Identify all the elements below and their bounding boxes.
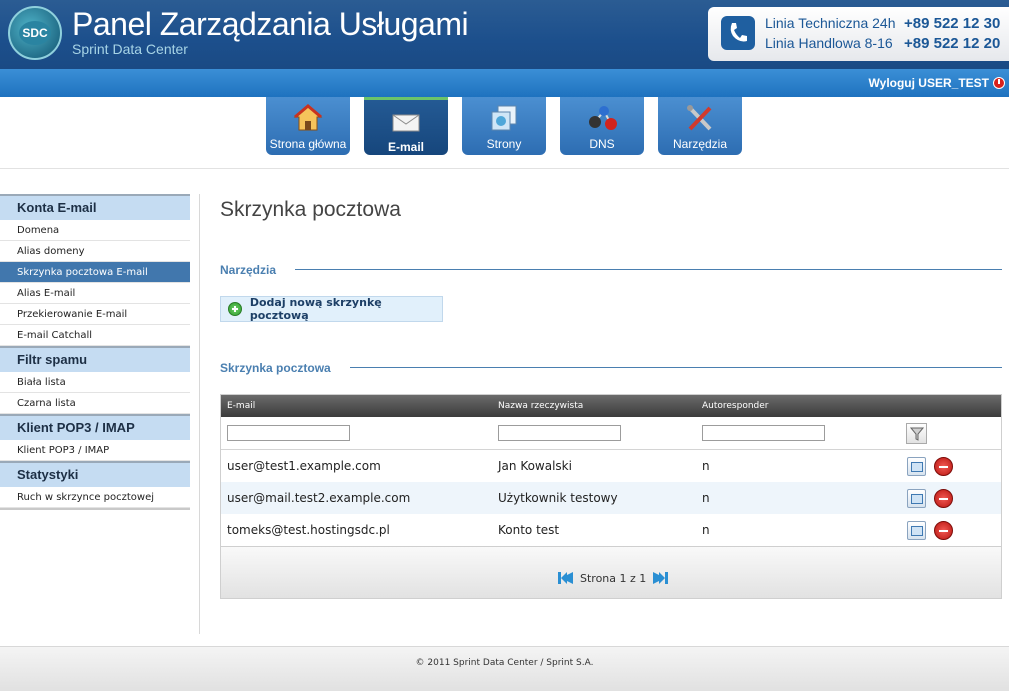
table-row: user@test1.example.com Jan Kowalski n — [221, 450, 1001, 482]
sidebar-item-mailbox-traffic[interactable]: Ruch w skrzynce pocztowej — [0, 487, 190, 508]
power-icon[interactable] — [993, 77, 1005, 89]
mailbox-section-title: Skrzynka pocztowa — [220, 361, 331, 375]
sidebar-item-forward[interactable]: Przekierowanie E-mail — [0, 304, 190, 325]
edit-icon[interactable] — [907, 489, 926, 508]
tab-dns-label: DNS — [589, 137, 615, 151]
sidebar-group-spam: Filtr spamu — [0, 346, 190, 372]
house-icon — [292, 103, 324, 133]
user-bar: Wyloguj USER_TEST — [0, 69, 1009, 97]
pager-text: Strona 1 z 1 — [580, 571, 647, 585]
first-page-icon[interactable] — [557, 571, 574, 585]
cell-real-name: Jan Kowalski — [498, 459, 572, 473]
pages-icon — [488, 103, 520, 133]
tab-dns[interactable]: DNS — [560, 97, 644, 155]
plus-icon — [228, 302, 242, 316]
column-email[interactable]: E-mail — [227, 401, 255, 411]
app-header: SDC Panel Zarządzania Usługami Sprint Da… — [0, 0, 1009, 69]
support-tech-label: Linia Techniczna 24h — [765, 15, 896, 31]
filter-autoresponder-input[interactable] — [702, 425, 825, 441]
brand-title: Panel Zarządzania Usługami — [72, 6, 469, 42]
sidebar: Konta E-mail Domena Alias domeny Skrzynk… — [0, 194, 190, 510]
phone-icon — [721, 16, 755, 50]
sidebar-item-blacklist[interactable]: Czarna lista — [0, 393, 190, 414]
tools-section-title: Narzędzia — [220, 263, 277, 277]
tools-icon — [684, 103, 716, 133]
edit-icon[interactable] — [907, 457, 926, 476]
delete-icon[interactable] — [934, 521, 953, 540]
sidebar-group-client: Klient POP3 / IMAP — [0, 414, 190, 440]
tab-tools[interactable]: Narzędzia — [658, 97, 742, 155]
sdc-logo[interactable]: SDC — [8, 6, 62, 60]
tab-home-label: Strona główna — [269, 137, 347, 151]
column-real-name[interactable]: Nazwa rzeczywista — [498, 401, 583, 411]
support-sales-number: +89 522 12 20 — [904, 35, 1001, 52]
sidebar-group-email: Konta E-mail — [0, 194, 190, 220]
add-mailbox-label: Dodaj nową skrzynkę pocztową — [249, 296, 382, 322]
table-header: E-mail Nazwa rzeczywista Autoresponder — [221, 395, 1001, 417]
cell-autoresponder: n — [702, 523, 710, 537]
sidebar-item-email-alias[interactable]: Alias E-mail — [0, 283, 190, 304]
cell-real-name: Użytkownik testowy — [498, 491, 618, 505]
mailbox-table: E-mail Nazwa rzeczywista Autoresponder u… — [220, 394, 1002, 599]
brand-subtitle: Sprint Data Center — [72, 41, 188, 57]
sidebar-item-whitelist[interactable]: Biała lista — [0, 372, 190, 393]
support-tech-line: Linia Techniczna 24h +89 522 12 30 — [765, 15, 1000, 32]
tab-pages-label: Strony — [486, 137, 522, 151]
page-title: Skrzynka pocztowa — [220, 198, 401, 221]
cell-email: user@mail.test2.example.com — [227, 491, 411, 505]
cell-email: user@test1.example.com — [227, 459, 381, 473]
sidebar-item-pop3-client[interactable]: Klient POP3 / IMAP — [0, 440, 190, 461]
sidebar-group-stats: Statystyki — [0, 461, 190, 487]
cell-real-name: Konto test — [498, 523, 560, 537]
filter-funnel-icon[interactable] — [906, 423, 927, 444]
logout-link[interactable]: Wyloguj USER_TEST — [869, 76, 1005, 90]
filter-name-input[interactable] — [498, 425, 621, 441]
support-sales-line: Linia Handlowa 8-16 +89 522 12 20 — [765, 35, 1000, 52]
delete-icon[interactable] — [934, 457, 953, 476]
page-footer: © 2011 Sprint Data Center / Sprint S.A. — [0, 646, 1009, 691]
sidebar-item-domain[interactable]: Domena — [0, 220, 190, 241]
tab-email[interactable]: E-mail — [364, 97, 448, 155]
table-row: user@mail.test2.example.com Użytkownik t… — [221, 482, 1001, 514]
cell-autoresponder: n — [702, 459, 710, 473]
tab-home[interactable]: Strona główna — [266, 97, 350, 155]
table-row: tomeks@test.hostingsdc.pl Konto test n — [221, 514, 1001, 546]
column-autoresponder[interactable]: Autoresponder — [702, 401, 769, 411]
filter-email-input[interactable] — [227, 425, 350, 441]
logo-text: SDC — [19, 21, 51, 45]
edit-icon[interactable] — [907, 521, 926, 540]
tab-email-label: E-mail — [387, 140, 424, 154]
network-icon — [586, 103, 618, 133]
logout-label: Wyloguj USER_TEST — [868, 76, 989, 90]
filter-row — [221, 417, 1001, 450]
add-mailbox-button[interactable]: Dodaj nową skrzynkę pocztową — [220, 296, 443, 322]
mailbox-section-divider — [350, 367, 1002, 368]
support-tech-number: +89 522 12 30 — [904, 15, 1001, 32]
tab-tools-label: Narzędzia — [672, 137, 728, 151]
envelope-icon — [390, 106, 422, 136]
tools-section-divider — [295, 269, 1002, 270]
support-sales-label: Linia Handlowa 8-16 — [765, 35, 893, 51]
tab-pages[interactable]: Strony — [462, 97, 546, 155]
sidebar-item-mailbox[interactable]: Skrzynka pocztowa E-mail — [0, 262, 190, 283]
table-footer: Strona 1 z 1 — [221, 546, 1001, 598]
pager: Strona 1 z 1 — [557, 571, 669, 585]
support-box: Linia Techniczna 24h +89 522 12 30 Linia … — [708, 7, 1009, 61]
sidebar-end-divider — [0, 508, 190, 510]
column-divider — [199, 194, 200, 634]
main-nav: Strona główna E-mail Strony DNS Narzędzi… — [0, 97, 1009, 169]
footer-copyright: © 2011 Sprint Data Center / Sprint S.A. — [415, 658, 594, 668]
cell-autoresponder: n — [702, 491, 710, 505]
cell-email: tomeks@test.hostingsdc.pl — [227, 523, 390, 537]
sidebar-item-catchall[interactable]: E-mail Catchall — [0, 325, 190, 346]
sidebar-item-domain-alias[interactable]: Alias domeny — [0, 241, 190, 262]
delete-icon[interactable] — [934, 489, 953, 508]
last-page-icon[interactable] — [652, 571, 669, 585]
